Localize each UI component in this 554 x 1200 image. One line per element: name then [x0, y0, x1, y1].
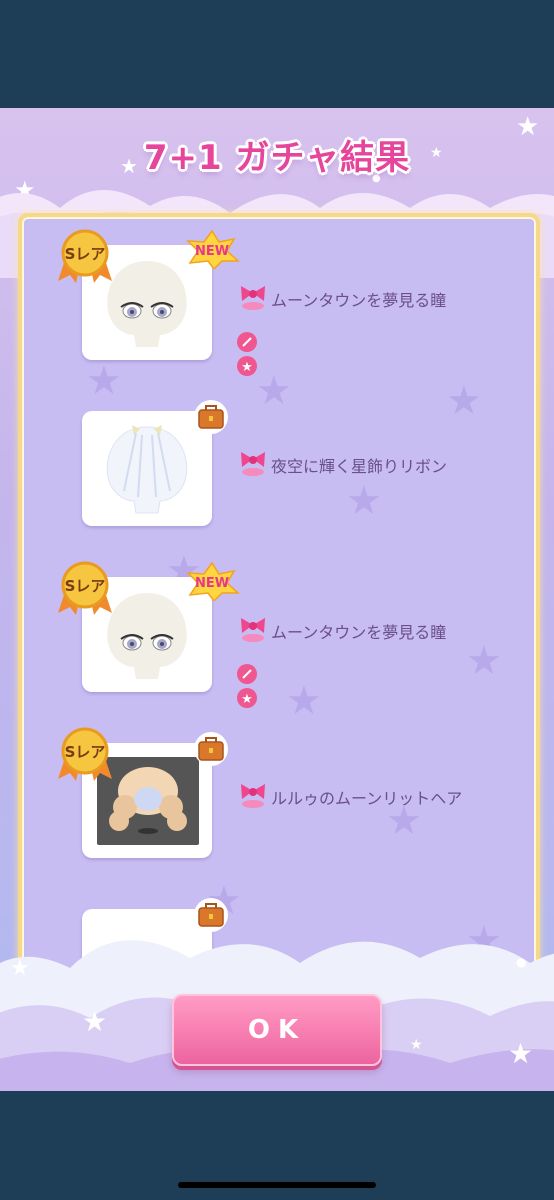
bow-category-icon	[241, 784, 265, 808]
s-rare-badge-icon: Sレア	[58, 561, 112, 615]
svg-text:★: ★	[241, 692, 253, 707]
sparkle-icon: ●	[516, 955, 527, 969]
new-badge-icon: NEW	[186, 561, 240, 601]
bow-category-icon	[241, 286, 265, 310]
status-bar-area	[0, 0, 554, 108]
gacha-result-panel: ★ ★ ★ ★ ● 7+1 ガチャ結果 ★ ★ ★ ★ ★ ★ ★ ★ ★ ★ …	[0, 108, 554, 1091]
result-row[interactable]: Sレア ルルゥのムーンリットヘア	[26, 719, 532, 884]
new-badge-icon: NEW	[186, 229, 240, 269]
item-name: ムーンタウンを夢見る瞳	[271, 623, 447, 642]
sparkle-icon: ★	[82, 1005, 108, 1038]
svg-text:★: ★	[241, 360, 253, 375]
ok-button[interactable]: OK	[172, 994, 382, 1066]
result-row[interactable]: 夜空に輝く星飾りリボン	[26, 387, 532, 552]
sparkle-icon: ★	[508, 1037, 534, 1070]
s-rare-badge-icon: Sレア	[58, 229, 112, 283]
sparkle-icon: ★	[410, 1037, 423, 1053]
sparkle-icon: ★	[10, 956, 30, 981]
s-rare-badge-icon: Sレア	[58, 727, 112, 781]
item-name: ムーンタウンを夢見る瞳	[271, 291, 447, 310]
bow-category-icon	[241, 618, 265, 642]
bow-category-icon	[241, 452, 265, 476]
ribbon-item-thumbnail	[106, 425, 188, 514]
svg-text:Sレア: Sレア	[65, 577, 106, 595]
item-name: 夜空に輝く星飾りリボン	[271, 457, 448, 476]
home-indicator[interactable]	[178, 1182, 376, 1188]
svg-text:NEW: NEW	[195, 576, 229, 591]
svg-text:Sレア: Sレア	[65, 743, 106, 761]
page-title: 7+1 ガチャ結果	[143, 138, 411, 178]
result-row[interactable]: ★ Sレア NEW ムーンタウンを夢見る瞳	[26, 553, 532, 718]
result-row[interactable]: ★ Sレア NEW ムーンタウンを夢見る瞳	[26, 221, 532, 386]
item-name: ルルゥのムーンリットヘア	[271, 789, 463, 808]
bag-icon	[194, 400, 228, 434]
edit-star-icons: ★	[237, 332, 257, 376]
bottom-bar-area	[0, 1091, 554, 1200]
bag-icon	[194, 732, 228, 766]
svg-text:NEW: NEW	[195, 244, 229, 259]
svg-text:Sレア: Sレア	[65, 245, 106, 263]
edit-star-icons: ★	[237, 664, 257, 708]
